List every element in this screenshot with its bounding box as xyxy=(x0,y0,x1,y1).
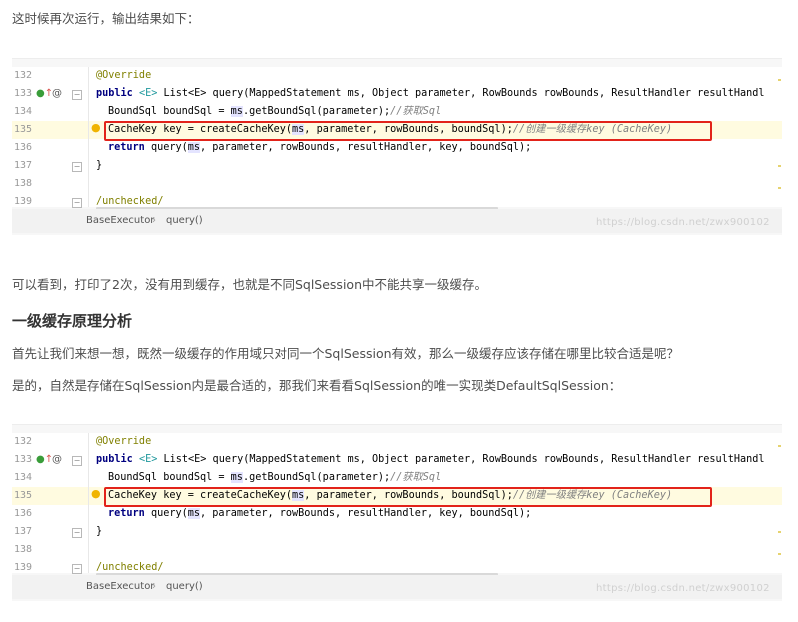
breadcrumb-separator: › xyxy=(152,581,156,592)
paragraph-2: 首先让我们来想一想，既然一级缓存的作用域只对同一个SqlSession有效，那么… xyxy=(12,346,680,361)
breadcrumb-bar: BaseExecutor › query() https://blog.csdn… xyxy=(12,575,782,599)
annotation-at-icon: @ xyxy=(52,88,62,99)
annotation-at-icon: @ xyxy=(52,454,62,465)
code-method-signature: public <E> List<E> query(MappedStatement… xyxy=(96,454,765,465)
highlight-box xyxy=(104,487,712,507)
scroll-marker xyxy=(778,553,781,555)
code-line-brace: } xyxy=(96,526,103,537)
line-number: 136 xyxy=(14,142,33,153)
code-annotation: @Override xyxy=(96,436,152,447)
override-method-icon[interactable]: ●↑ xyxy=(36,451,53,469)
code-editor: 132 133 134 135 136 137 138 139 ●↑ @ ● −… xyxy=(12,433,782,579)
fold-toggle-icon[interactable]: − xyxy=(72,90,82,100)
breadcrumb-separator: › xyxy=(152,215,156,226)
section-heading: 一级缓存原理分析 xyxy=(12,312,133,330)
line-number: 138 xyxy=(14,544,33,555)
line-number: 137 xyxy=(14,160,33,171)
code-method-signature: public <E> List<E> query(MappedStatement… xyxy=(96,88,765,99)
code-screenshot-2: 132 133 134 135 136 137 138 139 ●↑ @ ● −… xyxy=(12,424,782,601)
breadcrumb-class[interactable]: BaseExecutor xyxy=(86,575,154,599)
watermark: https://blog.csdn.net/zwx900102 xyxy=(596,583,770,594)
fold-toggle-icon[interactable]: − xyxy=(72,198,82,208)
line-number: 136 xyxy=(14,508,33,519)
line-number: 138 xyxy=(14,178,33,189)
intro-text: 这时候再次运行，输出结果如下： xyxy=(12,11,200,26)
gutter-separator xyxy=(88,67,89,207)
line-number: 137 xyxy=(14,526,33,537)
line-number: 135 xyxy=(14,124,33,135)
fold-toggle-icon[interactable]: − xyxy=(72,528,82,538)
fold-toggle-icon[interactable]: − xyxy=(72,564,82,574)
line-number: 132 xyxy=(14,436,33,447)
line-number: 134 xyxy=(14,106,33,117)
line-number: 134 xyxy=(14,472,33,483)
watermark: https://blog.csdn.net/zwx900102 xyxy=(596,217,770,228)
breadcrumb-method[interactable]: query() xyxy=(166,209,203,233)
code-annotation: @Override xyxy=(96,70,152,81)
gutter-separator xyxy=(88,433,89,573)
scroll-marker xyxy=(778,79,781,81)
fold-toggle-icon[interactable]: − xyxy=(72,456,82,466)
code-line-return: return query(ms, parameter, rowBounds, r… xyxy=(108,142,532,153)
bulb-icon[interactable]: ● xyxy=(91,485,101,503)
breadcrumb-method[interactable]: query() xyxy=(166,575,203,599)
line-number: 132 xyxy=(14,70,33,81)
code-line-brace: } xyxy=(96,160,103,171)
bulb-icon[interactable]: ● xyxy=(91,119,101,137)
highlight-box xyxy=(104,121,712,141)
fold-toggle-icon[interactable]: − xyxy=(72,162,82,172)
scroll-marker xyxy=(778,531,781,533)
code-line-boundsql: BoundSql boundSql = ms.getBoundSql(param… xyxy=(108,106,442,117)
override-method-icon[interactable]: ●↑ xyxy=(36,85,53,103)
breadcrumb-class[interactable]: BaseExecutor xyxy=(86,209,154,233)
paragraph-1: 可以看到，打印了2次，没有用到缓存，也就是不同SqlSession中不能共享一级… xyxy=(12,277,487,292)
code-line-return: return query(ms, parameter, rowBounds, r… xyxy=(108,508,532,519)
code-editor: 132 133 134 135 136 137 138 139 ●↑ @ ● −… xyxy=(12,67,782,213)
code-line-boundsql: BoundSql boundSql = ms.getBoundSql(param… xyxy=(108,472,442,483)
scroll-marker xyxy=(778,445,781,447)
paragraph-3: 是的，自然是存储在SqlSession内是最合适的，那我们来看看SqlSessi… xyxy=(12,378,622,393)
code-screenshot-1: 132 133 134 135 136 137 138 139 ●↑ @ ● −… xyxy=(12,58,782,235)
breadcrumb-bar: BaseExecutor › query() https://blog.csdn… xyxy=(12,209,782,233)
line-number: 135 xyxy=(14,490,33,501)
scroll-marker xyxy=(778,165,781,167)
scroll-marker xyxy=(778,187,781,189)
